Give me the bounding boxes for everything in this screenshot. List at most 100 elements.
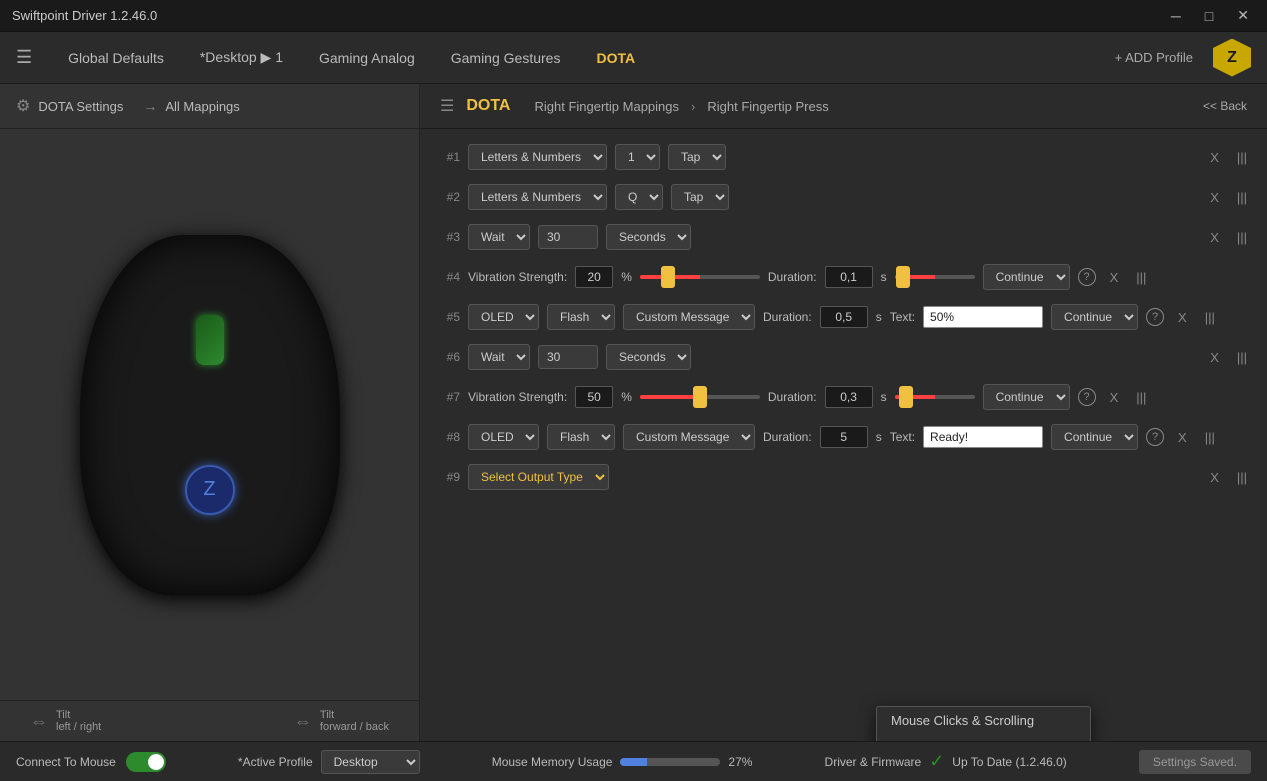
- arrow-icon: →: [143, 98, 157, 114]
- settings-saved-button[interactable]: Settings Saved.: [1139, 750, 1251, 774]
- row-4-continue-select[interactable]: Continue: [983, 264, 1070, 290]
- output-type-dropdown[interactable]: Mouse Clicks & Scrolling Keyboard & Medi…: [876, 706, 1091, 741]
- row-1-delete-button[interactable]: X: [1204, 148, 1225, 167]
- driver-section: Driver & Firmware ✓ Up To Date (1.2.46.0…: [825, 751, 1067, 772]
- dropdown-item-mouse-clicks[interactable]: Mouse Clicks & Scrolling: [877, 707, 1090, 734]
- row-9-type-select[interactable]: Select Output Type: [468, 464, 609, 490]
- row-2-num: #2: [436, 190, 460, 204]
- row-4-strength-value[interactable]: [575, 266, 613, 288]
- row-3-unit-select[interactable]: Seconds: [606, 224, 691, 250]
- nav-tab-desktop[interactable]: *Desktop ▶ 1: [184, 43, 299, 72]
- row-8-text-input[interactable]: [923, 426, 1043, 448]
- row-2-key-select[interactable]: Q: [615, 184, 663, 210]
- row-7-help-button[interactable]: ?: [1078, 388, 1096, 406]
- sidebar-settings-label: DOTA Settings: [38, 99, 123, 114]
- row-2-type-select[interactable]: Letters & Numbers: [468, 184, 607, 210]
- nav-tab-global[interactable]: Global Defaults: [52, 44, 180, 72]
- row-7-vib-label: Vibration Strength:: [468, 390, 567, 404]
- nav-tab-analog[interactable]: Gaming Analog: [303, 44, 431, 72]
- row-8-oled-select[interactable]: OLED: [468, 424, 539, 450]
- row-2-delete-button[interactable]: X: [1204, 188, 1225, 207]
- mouse-view: Z: [0, 129, 419, 700]
- row-7-duration-slider[interactable]: [895, 395, 975, 399]
- row-4-dur-slider-container: [895, 275, 975, 279]
- row-5-delete-button[interactable]: X: [1172, 308, 1193, 327]
- row-4-drag-handle[interactable]: |||: [1132, 268, 1150, 287]
- breadcrumb-2: Right Fingertip Press: [707, 99, 828, 114]
- row-3-wait-value[interactable]: [538, 225, 598, 249]
- row-1-key-select[interactable]: 1: [615, 144, 660, 170]
- row-2-drag-handle[interactable]: |||: [1233, 188, 1251, 207]
- row-5-continue-select[interactable]: Continue: [1051, 304, 1138, 330]
- row-5-help-button[interactable]: ?: [1146, 308, 1164, 326]
- row-8-delete-button[interactable]: X: [1172, 428, 1193, 447]
- row-5-drag-handle[interactable]: |||: [1201, 308, 1219, 327]
- row-7-continue-select[interactable]: Continue: [983, 384, 1070, 410]
- row-8-help-button[interactable]: ?: [1146, 428, 1164, 446]
- row-6-unit-select[interactable]: Seconds: [606, 344, 691, 370]
- row-8-drag-handle[interactable]: |||: [1201, 428, 1219, 447]
- maximize-button[interactable]: □: [1199, 5, 1219, 26]
- mapping-row-7: #7 Vibration Strength: % Duration: s Con…: [436, 377, 1251, 417]
- row-3-delete-button[interactable]: X: [1204, 228, 1225, 247]
- row-7-drag-handle[interactable]: |||: [1132, 388, 1150, 407]
- row-7-delete-button[interactable]: X: [1104, 388, 1125, 407]
- row-6-drag-handle[interactable]: |||: [1233, 348, 1251, 367]
- row-5-oled-select[interactable]: OLED: [468, 304, 539, 330]
- row-3-wait-select[interactable]: Wait: [468, 224, 530, 250]
- row-4-s-label: s: [881, 270, 887, 284]
- driver-label: Driver & Firmware: [825, 755, 922, 769]
- row-4-strength-slider[interactable]: [640, 275, 760, 279]
- row-8-duration-value[interactable]: [820, 426, 868, 448]
- row-1-action-select[interactable]: Tap: [668, 144, 726, 170]
- row-7-duration-value[interactable]: [825, 386, 873, 408]
- active-profile-label: *Active Profile: [238, 755, 313, 769]
- sidebar-settings-item[interactable]: ⚙ DOTA Settings: [16, 96, 123, 116]
- row-7-num: #7: [436, 390, 460, 404]
- row-7-strength-slider[interactable]: [640, 395, 760, 399]
- row-9-drag-handle[interactable]: |||: [1233, 468, 1251, 487]
- left-sidebar: ⚙ DOTA Settings → All Mappings Z ⇔ Tiltl…: [0, 84, 420, 741]
- row-8-msg-select[interactable]: Custom Message: [623, 424, 755, 450]
- row-5-msg-select[interactable]: Custom Message: [623, 304, 755, 330]
- row-6-wait-select[interactable]: Wait: [468, 344, 530, 370]
- row-8-continue-select[interactable]: Continue: [1051, 424, 1138, 450]
- row-9-delete-button[interactable]: X: [1204, 468, 1225, 487]
- nav-tab-gestures[interactable]: Gaming Gestures: [435, 44, 577, 72]
- back-button[interactable]: << Back: [1203, 99, 1247, 113]
- connect-toggle[interactable]: [126, 752, 166, 772]
- row-5-flash-select[interactable]: Flash: [547, 304, 615, 330]
- row-2-action-select[interactable]: Tap: [671, 184, 729, 210]
- sidebar-all-mappings-item[interactable]: → All Mappings: [143, 98, 239, 114]
- add-profile-button[interactable]: + ADD Profile: [1115, 50, 1193, 65]
- content-header: ☰ DOTA Right Fingertip Mappings › Right …: [420, 84, 1267, 129]
- row-3-num: #3: [436, 230, 460, 244]
- row-5-num: #5: [436, 310, 460, 324]
- hamburger-icon[interactable]: ☰: [16, 47, 32, 68]
- row-8-flash-select[interactable]: Flash: [547, 424, 615, 450]
- row-6-wait-value[interactable]: [538, 345, 598, 369]
- tilt-left-label: Tiltleft / right: [56, 709, 101, 733]
- nav-tab-dota[interactable]: DOTA: [580, 44, 651, 72]
- main-layout: ⚙ DOTA Settings → All Mappings Z ⇔ Tiltl…: [0, 84, 1267, 741]
- row-5-duration-value[interactable]: [820, 306, 868, 328]
- tilt-forward-label: Tiltforward / back: [320, 709, 389, 733]
- minimize-button[interactable]: ─: [1165, 5, 1187, 26]
- profile-select[interactable]: Desktop: [321, 750, 420, 774]
- row-3-drag-handle[interactable]: |||: [1233, 228, 1251, 247]
- breadcrumb-1[interactable]: Right Fingertip Mappings: [534, 99, 679, 114]
- breadcrumb-arrow: ›: [691, 99, 695, 114]
- row-4-duration-value[interactable]: [825, 266, 873, 288]
- row-4-duration-slider[interactable]: [895, 275, 975, 279]
- row-6-delete-button[interactable]: X: [1204, 348, 1225, 367]
- row-7-pct-label: %: [621, 390, 632, 404]
- row-1-drag-handle[interactable]: |||: [1233, 148, 1251, 167]
- row-4-help-button[interactable]: ?: [1078, 268, 1096, 286]
- content-hamburger-icon[interactable]: ☰: [440, 96, 454, 116]
- row-1-type-select[interactable]: Letters & Numbers: [468, 144, 607, 170]
- dropdown-item-keyboard[interactable]: Keyboard & Media: [877, 734, 1090, 741]
- row-5-text-input[interactable]: [923, 306, 1043, 328]
- close-button[interactable]: ✕: [1231, 5, 1255, 26]
- row-4-delete-button[interactable]: X: [1104, 268, 1125, 287]
- row-7-strength-value[interactable]: [575, 386, 613, 408]
